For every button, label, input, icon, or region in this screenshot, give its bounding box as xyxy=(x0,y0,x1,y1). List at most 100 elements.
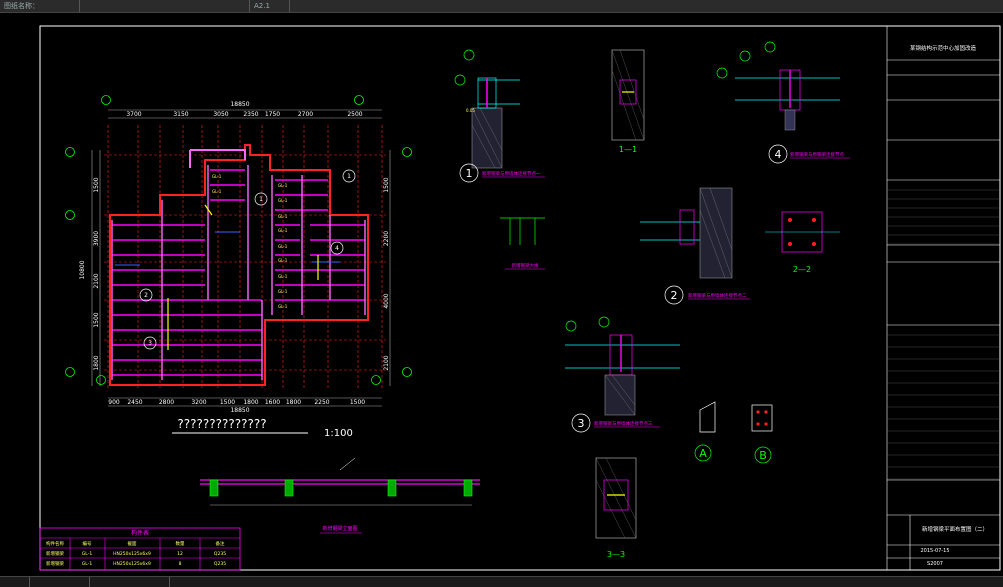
plan-bottom-total: 18850 xyxy=(230,407,249,414)
svg-text:GL-1: GL-1 xyxy=(278,304,288,309)
detail-2-title: 新增钢梁与原墙体连接节点二 xyxy=(688,292,747,299)
svg-text:GL-1: GL-1 xyxy=(212,174,222,179)
plan-top-total: 18850 xyxy=(230,101,249,108)
plan-left-total: 10800 xyxy=(79,260,86,279)
dimension-label: 4000 xyxy=(383,293,390,308)
table-cell: HN250x125x6x9 xyxy=(113,551,151,557)
grid-axis-bubble xyxy=(65,210,75,220)
table-cell: HN250x125x6x9 xyxy=(113,561,151,567)
drawing-date: 2015-07-15 xyxy=(920,548,949,554)
table-cell: Q235 xyxy=(214,551,226,557)
svg-text:2: 2 xyxy=(671,289,678,302)
dimension-label: 2100 xyxy=(383,355,390,370)
dimension-label: 1500 xyxy=(93,312,100,327)
title-block xyxy=(886,26,1000,570)
section-3-3: 3—3 xyxy=(595,457,637,559)
table-header: 构件名称 xyxy=(46,540,64,547)
dimension-label: 3200 xyxy=(191,399,206,406)
dimension-label: 3700 xyxy=(126,111,141,118)
floor-plan: 18850 3700 3150 3050 2350 1750 2700 2500 900 24… xyxy=(65,95,412,439)
table-cell: 新增钢梁 xyxy=(46,550,64,557)
dimension-label: 900 xyxy=(108,399,120,406)
beam-elevation: 新增钢梁立面图 xyxy=(200,457,480,534)
dimension-label: 2450 xyxy=(127,399,142,406)
svg-text:1: 1 xyxy=(347,173,351,180)
svg-text:4: 4 xyxy=(775,148,782,161)
dimension-label: 1800 xyxy=(286,399,301,406)
svg-text:GL-1: GL-1 xyxy=(278,289,288,294)
section-2-2-label: 2—2 xyxy=(793,265,811,274)
dimension-label: 1750 xyxy=(265,111,280,118)
grid-axis-bubble xyxy=(371,375,381,385)
table-cell: 8 xyxy=(179,561,182,567)
svg-text:1: 1 xyxy=(259,196,263,203)
grid-axis-bubble xyxy=(96,375,106,385)
grid-axis-bubble xyxy=(354,95,364,105)
member-table: 构件表 构件名称 编号 截面 数量 备注新增钢梁 GL-1 HN250x125x6x9 12 Q… xyxy=(39,527,241,571)
svg-text:1: 1 xyxy=(466,167,473,180)
grid-axis-bubble xyxy=(65,367,75,377)
dimension-label: 2100 xyxy=(93,273,100,288)
project-name: 某钢结构示范中心加固改造 xyxy=(910,44,977,52)
section-2-2: 2—2 xyxy=(765,211,840,274)
grid-axis-bubble xyxy=(402,147,412,157)
detail-1: 0.05 1 新增钢梁与原墙体连接节点一 xyxy=(454,49,545,183)
detail-4-title: 新增钢梁与原钢梁连接节点 xyxy=(790,151,844,158)
mark-a: A xyxy=(699,447,707,460)
detail-1-title: 新增钢梁与原墙体连接节点一 xyxy=(482,170,541,177)
table-cell: GL-1 xyxy=(82,551,93,557)
svg-text:GL-1: GL-1 xyxy=(278,274,288,279)
section-1-1: 1—1 xyxy=(611,49,645,154)
svg-text:GL-1: GL-1 xyxy=(278,244,288,249)
svg-text:GL-1: GL-1 xyxy=(278,183,288,188)
plan-scale: 1:100 xyxy=(324,428,353,439)
plan-title: ?????????????? xyxy=(177,417,266,431)
svg-text:GL-1: GL-1 xyxy=(278,198,288,203)
table-cell: 12 xyxy=(177,551,183,557)
svg-text:2: 2 xyxy=(144,292,148,299)
dimension-label: 1500 xyxy=(220,399,235,406)
dimension-label: 1500 xyxy=(383,177,390,192)
dimension-label: 1500 xyxy=(350,399,365,406)
dimension-label: 1600 xyxy=(265,399,280,406)
dimension-label: 2500 xyxy=(347,111,362,118)
svg-text:GL-1: GL-1 xyxy=(278,214,288,219)
table-cell: GL-1 xyxy=(82,561,93,567)
grid-axis-bubble xyxy=(402,367,412,377)
table-title: 构件表 xyxy=(131,529,149,537)
svg-text:0.05: 0.05 xyxy=(466,108,475,113)
svg-text:GL-1: GL-1 xyxy=(212,189,222,194)
detail-4: 4 新增钢梁与原钢梁连接节点 xyxy=(716,41,850,164)
detail-3: 3 新增钢梁与原墙体连接节点三 xyxy=(565,316,680,433)
svg-text:GL-1: GL-1 xyxy=(278,258,288,263)
dimension-label: 3050 xyxy=(213,111,228,118)
table-header: 数量 xyxy=(176,540,185,547)
detail-2: 2 新增钢梁与原墙体连接节点二 xyxy=(640,187,750,305)
dimension-label: 1800 xyxy=(243,399,258,406)
dimension-label: 2200 xyxy=(383,231,390,246)
dimension-label: 3150 xyxy=(173,111,188,118)
grid-axis-bubble xyxy=(65,147,75,157)
cad-drawing-canvas[interactable]: 18850 3700 3150 3050 2350 1750 2700 2500 900 24… xyxy=(0,0,1003,586)
dimension-label: 1800 xyxy=(93,355,100,370)
drawing-border xyxy=(39,25,1001,571)
detail-3-title: 新增钢梁与原墙体连接节点三 xyxy=(594,420,653,427)
elevation-title: 新增钢梁立面图 xyxy=(322,525,357,532)
dimension-label: 1500 xyxy=(93,177,100,192)
dimension-label: 2700 xyxy=(298,111,313,118)
detail-a-b: A B xyxy=(694,401,773,464)
section-3-3-label: 3—3 xyxy=(607,550,625,559)
small-detail-title: 新增钢梁大样 xyxy=(512,262,539,269)
status-bar xyxy=(0,576,1003,587)
section-1-1-label: 1—1 xyxy=(619,145,637,154)
table-header: 编号 xyxy=(83,540,92,547)
drawing-title: 新增钢梁平面布置图（二） xyxy=(922,525,988,533)
mark-b: B xyxy=(759,449,767,462)
svg-text:GL-1: GL-1 xyxy=(278,228,288,233)
table-cell: Q235 xyxy=(214,561,226,567)
svg-text:3: 3 xyxy=(148,340,152,347)
table-header: 截面 xyxy=(128,540,137,547)
svg-text:3: 3 xyxy=(578,417,585,430)
grid-axis-bubble xyxy=(101,95,111,105)
detail-drawings: 0.05 1 新增钢梁与原墙体连接节点一 1—1 4 新增钢梁与原钢梁连接节点 … xyxy=(454,41,850,559)
